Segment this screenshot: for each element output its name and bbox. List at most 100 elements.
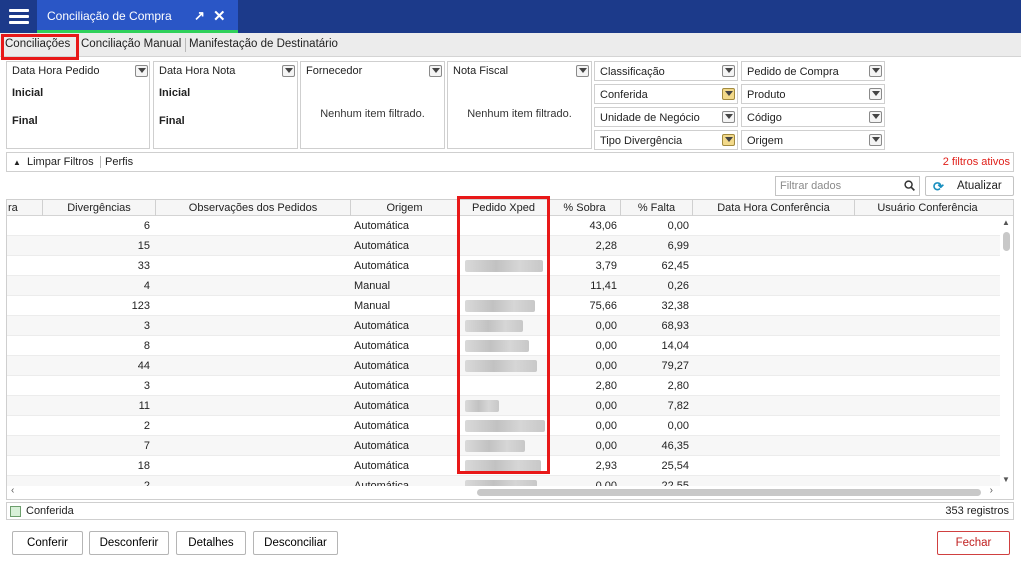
- close-icon[interactable]: ✕: [213, 7, 226, 25]
- cell-sobra: 43,06: [589, 220, 617, 232]
- subtab-conciliacao-manual[interactable]: Conciliação Manual: [81, 38, 181, 50]
- cell-sobra: 75,66: [589, 300, 617, 312]
- scroll-up-icon[interactable]: ▲: [1002, 218, 1010, 227]
- search-icon[interactable]: [904, 180, 915, 191]
- column-header-data-hora-conferencia[interactable]: Data Hora Conferência: [693, 202, 854, 214]
- filter-label: Código: [747, 112, 782, 124]
- highlight-box-pedido-xped: [457, 196, 550, 474]
- funnel-icon[interactable]: [576, 65, 589, 77]
- funnel-icon[interactable]: [869, 134, 882, 146]
- filter-produto[interactable]: Produto: [741, 84, 885, 104]
- filter-final[interactable]: Final: [159, 115, 185, 127]
- filter-conferida[interactable]: Conferida: [594, 84, 738, 104]
- cell-falta: 79,27: [661, 360, 689, 372]
- cell-sobra: 0,00: [595, 340, 617, 352]
- funnel-icon[interactable]: [282, 65, 295, 77]
- conferir-button[interactable]: Conferir: [12, 531, 83, 555]
- subtab-manifestacao[interactable]: Manifestação de Destinatário: [189, 38, 338, 50]
- column-header-divergencias[interactable]: Divergências: [43, 202, 155, 214]
- filter-tipo-divergencia[interactable]: Tipo Divergência: [594, 130, 738, 150]
- column-header-ra[interactable]: ra: [7, 202, 45, 214]
- filter-origem[interactable]: Origem: [741, 130, 885, 150]
- highlight-box-subtab: [1, 34, 79, 60]
- tab-conciliacao-de-compra[interactable]: Conciliação de Compra ↗ ✕: [37, 0, 238, 33]
- clear-filters-button[interactable]: ▲ Limpar Filtros: [13, 156, 94, 168]
- profiles-button[interactable]: Perfis: [105, 156, 133, 168]
- filter-nota-fiscal[interactable]: Nota Fiscal Nenhum item filtrado.: [447, 61, 592, 149]
- filter-pedido-de-compra[interactable]: Pedido de Compra: [741, 61, 885, 81]
- detalhes-button[interactable]: Detalhes: [176, 531, 246, 555]
- filter-label: Fornecedor: [306, 65, 363, 77]
- cell-falta: 25,54: [661, 460, 689, 472]
- horizontal-scroll-thumb[interactable]: [477, 489, 981, 496]
- scroll-right-icon[interactable]: ›: [990, 485, 993, 496]
- filter-final[interactable]: Final: [12, 115, 38, 127]
- funnel-icon[interactable]: [722, 65, 735, 77]
- filter-label: Origem: [747, 135, 784, 147]
- filter-fornecedor[interactable]: Fornecedor Nenhum item filtrado.: [300, 61, 445, 149]
- column-header-falta[interactable]: % Falta: [621, 202, 692, 214]
- cell-falta: 46,35: [661, 440, 689, 452]
- cell-sobra: 3,79: [595, 260, 617, 272]
- clear-filters-label: Limpar Filtros: [26, 156, 94, 168]
- desconciliar-button[interactable]: Desconciliar: [253, 531, 338, 555]
- cell-origem: Automática: [354, 340, 410, 352]
- funnel-icon[interactable]: [722, 111, 735, 123]
- filter-label: Produto: [747, 89, 786, 101]
- cell-divergencias: 15: [137, 240, 150, 252]
- cell-divergencias: 11: [138, 400, 150, 412]
- cell-origem: Automática: [354, 360, 410, 372]
- cell-sobra: 0,00: [595, 400, 617, 412]
- scroll-down-icon[interactable]: ▼: [1002, 475, 1010, 484]
- legend-bar: Conferida 353 registros: [6, 502, 1014, 520]
- filter-data-input[interactable]: Filtrar dados: [775, 176, 920, 196]
- funnel-active-icon[interactable]: [722, 88, 735, 100]
- expand-icon[interactable]: ↗: [194, 8, 205, 24]
- cell-falta: 68,93: [661, 320, 689, 332]
- filter-inicial[interactable]: Inicial: [12, 87, 43, 99]
- column-header-observacoes[interactable]: Observações dos Pedidos: [156, 202, 350, 214]
- funnel-icon[interactable]: [429, 65, 442, 77]
- cell-sobra: 0,00: [595, 360, 617, 372]
- subtab-bar: Conciliações Conciliação Manual Manifest…: [0, 33, 1021, 57]
- scroll-left-icon[interactable]: ‹: [11, 485, 14, 496]
- filter-empty-text: Nenhum item filtrado.: [467, 108, 572, 120]
- filter-toolbar: ▲ Limpar Filtros Perfis 2 filtros ativos: [6, 152, 1014, 172]
- legend-swatch: [10, 506, 21, 517]
- filter-data-hora-pedido[interactable]: Data Hora Pedido Inicial Final: [6, 61, 150, 149]
- desconferir-button[interactable]: Desconferir: [89, 531, 169, 555]
- funnel-icon[interactable]: [869, 88, 882, 100]
- horizontal-scrollbar[interactable]: ‹ ›: [7, 485, 1013, 499]
- refresh-button[interactable]: ⟳ Atualizar: [925, 176, 1014, 196]
- cell-divergencias: 7: [143, 440, 150, 452]
- close-button[interactable]: Fechar: [937, 531, 1010, 555]
- funnel-active-icon[interactable]: [722, 134, 735, 146]
- cell-origem: Manual: [354, 280, 391, 292]
- column-header-origem[interactable]: Origem: [351, 202, 458, 214]
- cell-divergencias: 6: [143, 220, 150, 232]
- cell-origem: Automática: [354, 380, 410, 392]
- filter-inicial[interactable]: Inicial: [159, 87, 190, 99]
- cell-origem: Automática: [354, 400, 410, 412]
- cell-sobra: 0,00: [595, 320, 617, 332]
- cell-sobra: 2,93: [595, 460, 617, 472]
- vertical-scroll-thumb[interactable]: [1003, 232, 1010, 251]
- filter-codigo[interactable]: Código: [741, 107, 885, 127]
- vertical-scrollbar[interactable]: ▲ ▼: [1000, 216, 1013, 486]
- funnel-icon[interactable]: [135, 65, 148, 77]
- filter-unidade-de-negocio[interactable]: Unidade de Negócio: [594, 107, 738, 127]
- filter-classificacao[interactable]: Classificação: [594, 61, 738, 81]
- filter-data-hora-nota[interactable]: Data Hora Nota Inicial Final: [153, 61, 298, 149]
- funnel-icon[interactable]: [869, 65, 882, 77]
- cell-origem: Automática: [354, 220, 410, 232]
- filter-label: Tipo Divergência: [600, 135, 683, 147]
- column-header-usuario-conferencia[interactable]: Usuário Conferência: [855, 202, 1000, 214]
- menu-icon[interactable]: [5, 5, 33, 29]
- filter-empty-text: Nenhum item filtrado.: [320, 108, 425, 120]
- cell-divergencias: 123: [131, 300, 150, 312]
- chevron-up-icon: ▲: [13, 158, 21, 167]
- column-header-sobra[interactable]: % Sobra: [549, 202, 620, 214]
- funnel-icon[interactable]: [869, 111, 882, 123]
- record-count: 353 registros: [945, 505, 1009, 517]
- table-row[interactable]: 2 Automática 0,00 22,55: [7, 476, 1000, 486]
